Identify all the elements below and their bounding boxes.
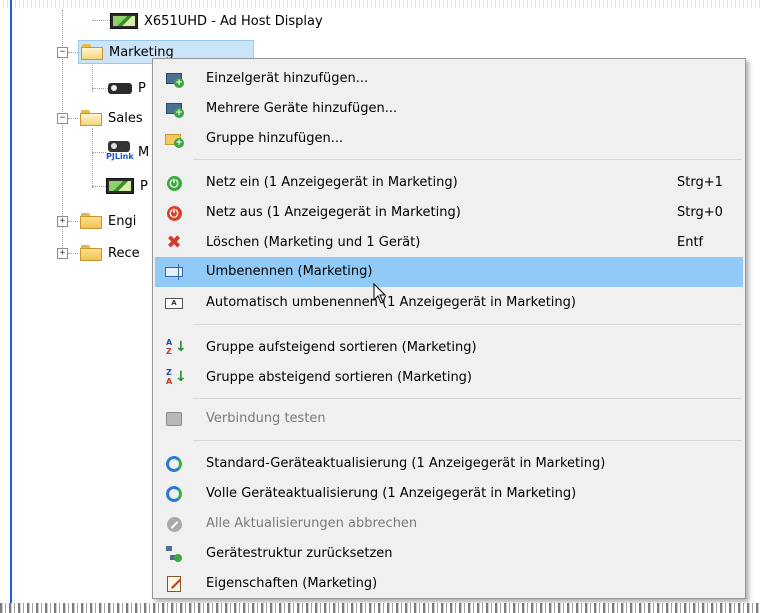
test-connection-icon	[165, 410, 183, 428]
tree-line	[92, 88, 108, 89]
delete-icon: ✖	[166, 232, 182, 253]
add-device-icon: +	[165, 70, 184, 88]
menu-item-power-off[interactable]: ⏻ Netz aus (1 Anzeigegerät in Marketing)…	[155, 198, 743, 228]
menu-item-test-connection: Verbindung testen	[155, 404, 743, 434]
menu-separator	[193, 159, 742, 160]
menu-item-label: Netz aus (1 Anzeigegerät in Marketing)	[206, 205, 461, 220]
menu-item-add-group[interactable]: + Gruppe hinzufügen...	[155, 124, 743, 154]
add-multiple-devices-icon: +	[165, 100, 184, 118]
properties-icon	[165, 575, 183, 593]
full-update-icon	[165, 485, 183, 503]
tree-node-label: Engi	[108, 213, 137, 229]
standard-update-icon	[165, 455, 183, 473]
tree-node-label: M	[138, 144, 150, 160]
tree-line	[68, 118, 78, 119]
menu-item-shortcut: Strg+1	[677, 175, 723, 190]
expand-toggle[interactable]: +	[57, 248, 68, 259]
expand-toggle[interactable]: +	[57, 216, 68, 227]
pjlink-projector-icon: PJLink	[106, 140, 134, 164]
screenshot-bottom-edge	[0, 603, 761, 613]
menu-item-label: Eigenschaften (Marketing)	[206, 576, 378, 591]
auto-rename-icon: A	[165, 294, 183, 312]
menu-item-standard-update[interactable]: Standard-Geräteaktualisierung (1 Anzeige…	[155, 449, 743, 479]
menu-item-label: Verbindung testen	[206, 411, 326, 426]
tree-node-projector[interactable]: P	[108, 76, 146, 100]
tree-node-label: Sales	[108, 110, 143, 126]
tree-node-engineering[interactable]: Engi	[80, 209, 136, 233]
power-on-icon: ⏻	[165, 174, 183, 192]
menu-separator	[193, 324, 742, 325]
tree-node-reception[interactable]: Rece	[80, 241, 140, 265]
collapse-toggle[interactable]: −	[57, 113, 68, 124]
menu-item-label: Standard-Geräteaktualisierung (1 Anzeige…	[206, 456, 606, 471]
tree-line	[68, 221, 78, 222]
menu-item-label: Alle Aktualisierungen abbrechen	[206, 516, 418, 531]
folder-icon	[80, 213, 102, 229]
collapse-toggle[interactable]: −	[57, 47, 68, 58]
menu-item-label: Mehrere Geräte hinzufügen...	[206, 101, 398, 116]
cancel-updates-icon	[165, 515, 183, 533]
tree-node-display[interactable]: X651UHD - Ad Host Display	[110, 9, 323, 33]
display-icon	[106, 178, 134, 194]
sort-ascending-icon: A Z ↓	[166, 338, 187, 356]
menu-item-sort-descending[interactable]: Z A ↓ Gruppe absteigend sortieren (Marketi…	[155, 363, 743, 393]
tree-node-sales[interactable]: Sales	[80, 106, 143, 130]
sort-descending-icon: Z A ↓	[166, 368, 187, 386]
menu-item-label: Gruppe aufsteigend sortieren (Marketing)	[206, 340, 477, 355]
menu-item-cancel-updates: Alle Aktualisierungen abbrechen	[155, 509, 743, 539]
tree-line	[92, 186, 106, 187]
menu-item-sort-ascending[interactable]: A Z ↓ Gruppe aufsteigend sortieren (Market…	[155, 333, 743, 363]
menu-item-reset-structure[interactable]: Gerätestruktur zurücksetzen	[155, 539, 743, 569]
tree-line	[92, 152, 106, 153]
menu-item-label: Gruppe hinzufügen...	[206, 131, 344, 146]
tree-node-label: P	[138, 80, 146, 96]
menu-item-label: Umbenennen (Marketing)	[206, 264, 373, 279]
menu-item-rename[interactable]: Umbenennen (Marketing)	[155, 257, 743, 287]
tree-line	[92, 128, 93, 188]
folder-icon	[80, 245, 102, 261]
display-icon	[110, 13, 138, 29]
tree-node-label: P	[140, 178, 148, 194]
tree-node-label: X651UHD - Ad Host Display	[144, 13, 323, 29]
tree-line	[92, 20, 112, 21]
menu-item-full-update[interactable]: Volle Geräteaktualisierung (1 Anzeigeger…	[155, 479, 743, 509]
folder-open-icon	[80, 110, 102, 126]
menu-item-label: Einzelgerät hinzufügen...	[206, 71, 369, 86]
menu-separator	[193, 398, 742, 399]
menu-item-shortcut: Entf	[677, 235, 704, 250]
menu-item-label: Volle Geräteaktualisierung (1 Anzeigeger…	[206, 486, 577, 501]
menu-item-shortcut: Strg+0	[677, 205, 723, 220]
reset-structure-icon	[165, 545, 183, 563]
tree-node-label: Rece	[108, 245, 140, 261]
folder-open-icon	[81, 44, 103, 60]
menu-item-label: Netz ein (1 Anzeigegerät in Marketing)	[206, 175, 458, 190]
tree-node-display-2[interactable]: P	[106, 174, 148, 198]
tree-line	[68, 253, 78, 254]
add-group-icon: +	[165, 130, 184, 148]
rename-icon	[165, 263, 183, 281]
pjlink-label: PJLink	[106, 152, 134, 161]
tree-node-pjlink[interactable]: PJLink M	[106, 140, 149, 164]
menu-item-auto-rename[interactable]: A Automatisch umbenennen (1 Anzeigegerät…	[155, 288, 743, 318]
menu-item-power-on[interactable]: ⏻ Netz ein (1 Anzeigegerät in Marketing)…	[155, 168, 743, 198]
menu-item-label: Gruppe absteigend sortieren (Marketing)	[206, 370, 473, 385]
menu-item-delete[interactable]: ✖ Löschen (Marketing und 1 Gerät) Entf	[155, 228, 743, 258]
menu-item-label: Löschen (Marketing und 1 Gerät)	[206, 235, 421, 250]
menu-item-label: Automatisch umbenennen (1 Anzeigegerät i…	[206, 295, 576, 310]
menu-item-label: Gerätestruktur zurücksetzen	[206, 546, 393, 561]
tree-line	[68, 52, 78, 53]
menu-item-add-multiple-devices[interactable]: + Mehrere Geräte hinzufügen...	[155, 94, 743, 124]
menu-item-properties[interactable]: Eigenschaften (Marketing)	[155, 569, 743, 599]
projector-icon	[108, 82, 132, 94]
menu-item-add-device[interactable]: + Einzelgerät hinzufügen...	[155, 64, 743, 94]
menu-separator	[193, 440, 742, 441]
context-menu: + Einzelgerät hinzufügen... + Mehrere Ge…	[152, 58, 746, 599]
power-off-icon: ⏻	[165, 204, 183, 222]
